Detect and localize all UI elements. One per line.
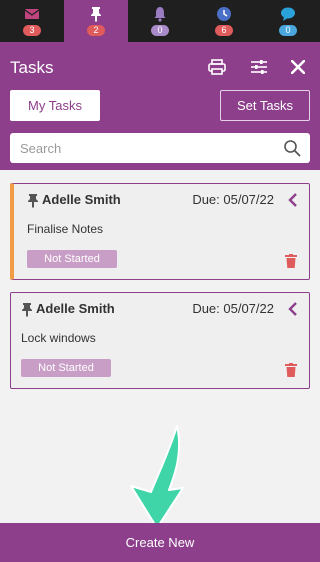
- tab-reminders[interactable]: 6: [192, 0, 256, 42]
- set-tasks-button[interactable]: Set Tasks: [220, 90, 310, 121]
- notifications-count-badge: 0: [151, 25, 169, 36]
- task-assignee: Adelle Smith: [36, 301, 115, 316]
- close-icon: [291, 60, 305, 74]
- tasks-header: Tasks My Tasks Set Tasks: [0, 42, 320, 170]
- pin-icon: [22, 303, 32, 317]
- search-box: [10, 133, 310, 163]
- notification-tab-bar: 3 2 0 6 0: [0, 0, 320, 42]
- task-due-date: Due: 05/07/22: [192, 301, 274, 316]
- search-input[interactable]: [10, 133, 310, 163]
- tasks-count-badge: 2: [87, 25, 105, 36]
- status-badge: Not Started: [21, 359, 111, 377]
- chevron-left-icon[interactable]: [287, 302, 299, 316]
- create-new-button[interactable]: Create New: [0, 523, 320, 562]
- search-icon[interactable]: [283, 139, 301, 157]
- tab-pinned-tasks[interactable]: 2: [64, 0, 128, 42]
- filter-settings-button[interactable]: [247, 55, 271, 79]
- sliders-icon: [251, 60, 267, 74]
- envelope-icon: [24, 9, 40, 19]
- tab-notifications[interactable]: 0: [128, 0, 192, 42]
- task-due-date: Due: 05/07/22: [192, 192, 274, 207]
- tab-messages[interactable]: 3: [0, 0, 64, 42]
- pointer-arrow-icon: [130, 425, 184, 529]
- chat-icon: [281, 7, 295, 21]
- tab-chat[interactable]: 0: [256, 0, 320, 42]
- print-button[interactable]: [205, 55, 229, 79]
- trash-icon[interactable]: [285, 254, 297, 268]
- task-description: Lock windows: [21, 331, 96, 345]
- chat-count-badge: 0: [279, 25, 297, 36]
- reminders-count-badge: 6: [215, 25, 233, 36]
- task-card[interactable]: Adelle Smith Due: 05/07/22 Lock windows …: [10, 292, 310, 389]
- task-assignee: Adelle Smith: [42, 192, 121, 207]
- close-button[interactable]: [286, 55, 310, 79]
- task-description: Finalise Notes: [27, 222, 104, 236]
- pin-icon: [28, 194, 38, 208]
- task-card[interactable]: Adelle Smith Due: 05/07/22 Finalise Note…: [10, 183, 310, 280]
- page-title: Tasks: [10, 58, 54, 77]
- printer-icon: [208, 59, 226, 75]
- pin-icon: [91, 7, 101, 22]
- bell-icon: [154, 7, 166, 22]
- my-tasks-button[interactable]: My Tasks: [10, 90, 100, 121]
- messages-count-badge: 3: [23, 25, 41, 36]
- chevron-left-icon[interactable]: [287, 193, 299, 207]
- clock-icon: [217, 7, 231, 21]
- trash-icon[interactable]: [285, 363, 297, 377]
- status-badge: Not Started: [27, 250, 117, 268]
